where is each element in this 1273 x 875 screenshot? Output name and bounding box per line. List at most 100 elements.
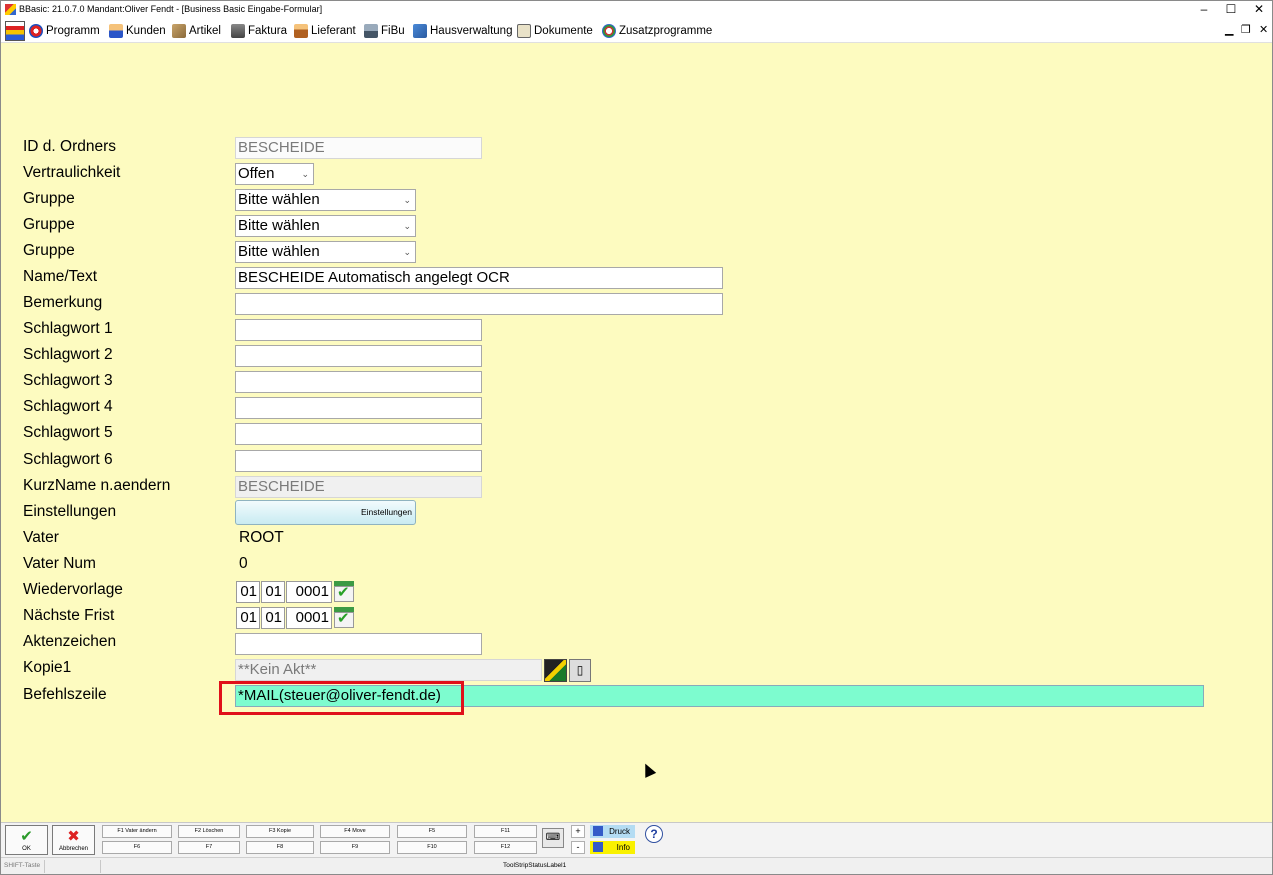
label-gruppe-1: Gruppe [23, 190, 75, 207]
checkmark-icon: ✔ [337, 584, 350, 601]
label-bemerkung: Bemerkung [23, 294, 103, 311]
checkmark-icon: ✔ [337, 610, 350, 627]
hausverwaltung-icon [413, 24, 427, 38]
druck-label: Druck [609, 827, 630, 836]
f6-button[interactable]: F6 [102, 841, 172, 854]
f7-button[interactable]: F7 [178, 841, 240, 854]
menu-hausverwaltung[interactable]: Hausverwaltung [413, 23, 512, 39]
vater-value: ROOT [239, 529, 284, 546]
menu-label: Faktura [248, 25, 287, 37]
gruppe-1-select[interactable]: Bitte wählen ⌄ [235, 189, 416, 211]
wiedervorlage-day-input[interactable]: 01 [236, 581, 260, 603]
calendar-check-icon[interactable]: ✔ [334, 581, 354, 602]
kopie1-field: **Kein Akt** [235, 659, 542, 681]
f10-button[interactable]: F10 [397, 841, 467, 854]
label-kurzname: KurzName n.aendern [23, 477, 171, 494]
calendar-check-icon[interactable]: ✔ [334, 607, 354, 628]
chevron-down-icon: ⌄ [403, 221, 411, 231]
kunden-icon [109, 24, 123, 38]
menu-kunden[interactable]: Kunden [109, 23, 166, 39]
close-button[interactable]: ✕ [1245, 1, 1273, 18]
label-naechste-frist: Nächste Frist [23, 607, 115, 624]
fibu-icon [364, 24, 378, 38]
menu-dokumente[interactable]: Dokumente [517, 23, 593, 39]
mouse-cursor-icon [639, 761, 657, 778]
f12-button[interactable]: F12 [474, 841, 537, 854]
schlagwort-4-input[interactable] [235, 397, 482, 419]
f2-loeschen-button[interactable]: F2 Löschen [178, 825, 240, 838]
label-schlagwort-2: Schlagwort 2 [23, 346, 113, 363]
gruppe-2-select[interactable]: Bitte wählen ⌄ [235, 215, 416, 237]
maximize-button[interactable]: ☐ [1217, 1, 1245, 18]
f4-move-button[interactable]: F4 Move [320, 825, 390, 838]
name-text-input[interactable]: BESCHEIDE Automatisch angelegt OCR [235, 267, 723, 289]
id-ordner-field: BESCHEIDE [235, 137, 482, 159]
vertraulichkeit-select[interactable]: Offen ⌄ [235, 163, 314, 185]
kopie-akt-open-icon[interactable]: ▯ [569, 659, 591, 682]
wiedervorlage-year-input[interactable]: 0001 [286, 581, 332, 603]
menu-label: Kunden [126, 25, 166, 37]
label-schlagwort-5: Schlagwort 5 [23, 424, 113, 441]
f5-button[interactable]: F5 [397, 825, 467, 838]
keyboard-icon[interactable]: ⌨ [542, 828, 564, 848]
frist-year-input[interactable]: 0001 [286, 607, 332, 629]
app-logo-icon [5, 21, 25, 41]
label-einstellungen: Einstellungen [23, 503, 117, 520]
label-vater-num: Vater Num [23, 555, 96, 572]
app-icon [5, 4, 16, 15]
artikel-icon [172, 24, 186, 38]
chevron-down-icon: ⌄ [301, 169, 309, 179]
menu-zusatzprogramme[interactable]: Zusatzprogramme [602, 23, 712, 39]
wiedervorlage-month-input[interactable]: 01 [261, 581, 285, 603]
chevron-down-icon: ⌄ [403, 247, 411, 257]
schlagwort-3-input[interactable] [235, 371, 482, 393]
menu-label: Dokumente [534, 25, 593, 37]
menu-programm[interactable]: Programm [29, 23, 100, 39]
mdi-restore-button[interactable]: ❐ [1241, 23, 1251, 36]
dokumente-icon [517, 24, 531, 38]
label-schlagwort-3: Schlagwort 3 [23, 372, 113, 389]
plus-button[interactable]: + [571, 825, 585, 838]
menu-label: Lieferant [311, 25, 356, 37]
aktenzeichen-input[interactable] [235, 633, 482, 655]
ok-button[interactable]: ✔ OK [5, 825, 48, 855]
label-name-text: Name/Text [23, 268, 98, 285]
minus-button[interactable]: - [571, 841, 585, 854]
kopie-akt-select-icon[interactable] [544, 659, 567, 682]
schlagwort-6-input[interactable] [235, 450, 482, 472]
label-gruppe-3: Gruppe [23, 242, 75, 259]
frist-day-input[interactable]: 01 [236, 607, 260, 629]
bemerkung-input[interactable] [235, 293, 723, 315]
f8-button[interactable]: F8 [246, 841, 314, 854]
info-button[interactable]: Info [590, 841, 635, 854]
menu-label: Programm [46, 25, 100, 37]
window-title: BBasic: 21.0.7.0 Mandant:Oliver Fendt - … [19, 4, 323, 14]
vertraulichkeit-value: Offen [238, 165, 275, 182]
menu-artikel[interactable]: Artikel [172, 23, 221, 39]
frist-month-input[interactable]: 01 [261, 607, 285, 629]
help-icon[interactable]: ? [645, 825, 663, 843]
minimize-button[interactable]: – [1190, 1, 1218, 18]
status-shift-label: SHIFT-Taste [4, 862, 41, 869]
f11-button[interactable]: F11 [474, 825, 537, 838]
menu-fibu[interactable]: FiBu [364, 23, 405, 39]
f9-button[interactable]: F9 [320, 841, 390, 854]
abbrechen-button[interactable]: ✖ Abbrechen [52, 825, 95, 855]
f3-kopie-button[interactable]: F3 Kopie [246, 825, 314, 838]
mdi-minimize-button[interactable]: ▁ [1225, 23, 1233, 36]
druck-button[interactable]: Druck [590, 825, 635, 838]
einstellungen-button[interactable]: Einstellungen [235, 500, 416, 525]
mdi-close-button[interactable]: ✕ [1259, 23, 1268, 36]
cross-icon: ✖ [67, 828, 80, 845]
schlagwort-2-input[interactable] [235, 345, 482, 367]
f1-vater-aendern-button[interactable]: F1 Vater ändern [102, 825, 172, 838]
gruppe-3-select[interactable]: Bitte wählen ⌄ [235, 241, 416, 263]
menu-lieferant[interactable]: Lieferant [294, 23, 356, 39]
zusatzprogramme-icon [602, 24, 616, 38]
kurzname-field: BESCHEIDE [235, 476, 482, 498]
schlagwort-5-input[interactable] [235, 423, 482, 445]
menu-faktura[interactable]: Faktura [231, 23, 287, 39]
vater-num-value: 0 [239, 555, 248, 572]
gruppe-1-value: Bitte wählen [238, 191, 320, 208]
schlagwort-1-input[interactable] [235, 319, 482, 341]
